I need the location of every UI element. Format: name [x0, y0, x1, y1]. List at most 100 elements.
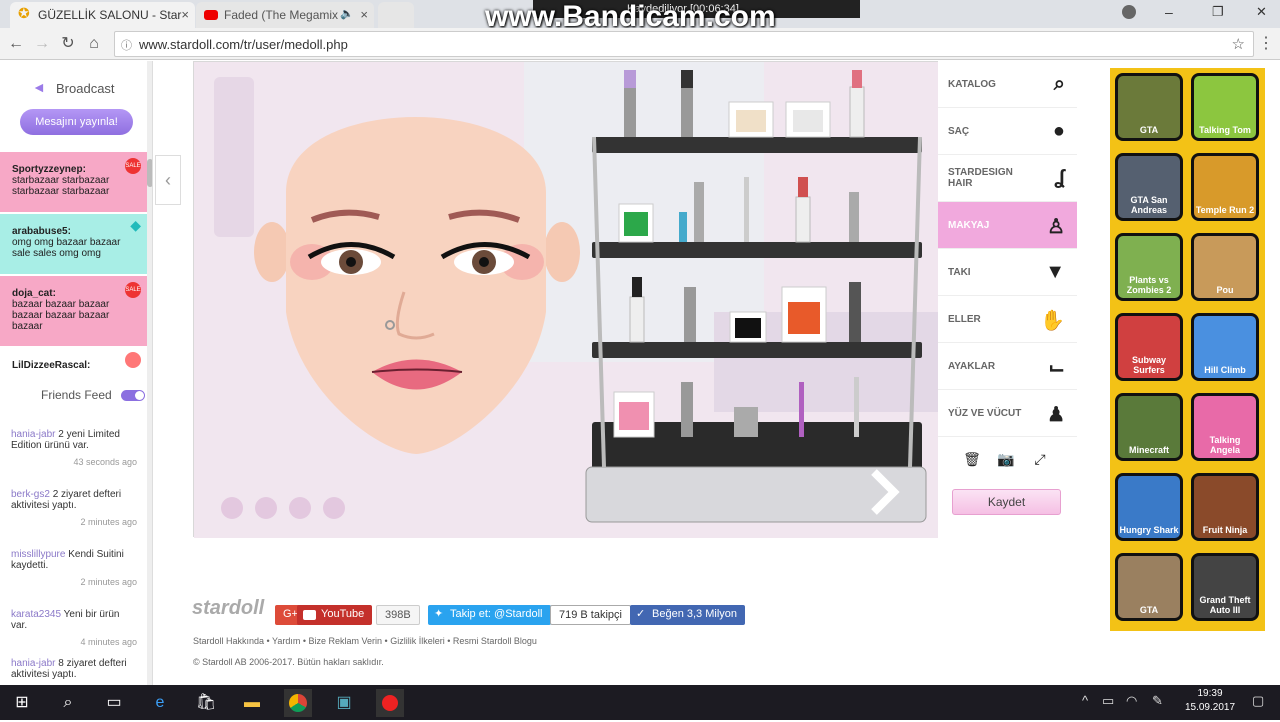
profile-icon[interactable] [1122, 5, 1136, 19]
task-view-icon[interactable]: ▭ [100, 689, 128, 717]
game-tile[interactable]: Pou [1191, 233, 1259, 301]
feed-user[interactable]: berk-gs2 [11, 489, 50, 500]
menu-item-yuz-ve-vucut[interactable]: YÜZ VE VÜCUT ♟ [938, 390, 1077, 437]
url-input[interactable]: ⓘ www.stardoll.com/tr/user/medoll.php ☆ [114, 31, 1254, 57]
game-tile[interactable]: GTA [1115, 73, 1183, 141]
game-tile[interactable]: GTA San Andreas [1115, 153, 1183, 221]
twitter-follow-button[interactable]: ✦ Takip et: @Stardoll [428, 605, 551, 625]
menu-icon[interactable]: ⋮ [1256, 34, 1276, 54]
feed-item: misslillypure Kendi Suitini kaydetti. 2 … [0, 549, 148, 588]
camera-icon[interactable]: 📷 [994, 448, 1018, 470]
game-tile[interactable]: Hungry Shark [1115, 473, 1183, 541]
game-tile[interactable]: Minecraft [1115, 393, 1183, 461]
game-tile[interactable]: Temple Run 2 [1191, 153, 1259, 221]
post-text: bazaar bazaar bazaar bazaar bazaar bazaa… [12, 299, 110, 332]
save-button[interactable]: Kaydet [952, 489, 1061, 515]
home-icon[interactable]: ⌂ [84, 34, 104, 54]
feed-user[interactable]: misslillypure [11, 549, 65, 560]
pen-icon[interactable]: ✎ [1152, 693, 1163, 709]
minimize-button[interactable]: – [1165, 4, 1173, 20]
footer-links[interactable]: Stardoll Hakkında • Yardım • Bize Reklam… [193, 636, 537, 646]
feed-time: 43 seconds ago [73, 457, 137, 467]
tab-label: Faded (The Megamix [224, 8, 339, 22]
feed-item: hania-jabr 2 yeni Limited Edition ürünü … [0, 429, 148, 468]
speaker-icon: 🔈 [340, 8, 354, 20]
wifi-icon[interactable]: ◠ [1126, 693, 1137, 709]
menu-item-makyaj[interactable]: MAKYAJ ♙ [938, 202, 1077, 249]
bookmark-star-icon[interactable]: ☆ [1232, 35, 1245, 53]
broadcast-post[interactable]: arababuse5: omg omg bazaar bazaar sale s… [0, 214, 147, 274]
menu-item-katalog[interactable]: KATALOG ⌕ [938, 61, 1077, 108]
stardoll-logo[interactable]: stardoll [192, 597, 264, 620]
post-user[interactable]: arababuse5: [12, 226, 135, 237]
tab-stardoll[interactable]: ✪ GÜZELLİK SALONU - Star × [10, 2, 195, 28]
file-explorer-icon[interactable]: ▬ [238, 689, 266, 717]
reload-icon[interactable]: ↻ [58, 34, 78, 54]
tool-circle-icon[interactable] [221, 497, 243, 519]
tool-circle-icon[interactable] [255, 497, 277, 519]
edge-icon[interactable]: e [146, 689, 174, 717]
avatar [125, 352, 141, 368]
game-tile[interactable]: Subway Surfers [1115, 313, 1183, 381]
tab-youtube[interactable]: Faded (The Megamix 🔈 × [196, 2, 374, 28]
fullscreen-icon[interactable]: ⤢ [1028, 448, 1052, 470]
tool-circle-icon[interactable] [289, 497, 311, 519]
trash-icon[interactable]: 🗑 [960, 448, 984, 470]
game-tile[interactable]: Hill Climb [1191, 313, 1259, 381]
menu-item-taki[interactable]: TAKI ▼ [938, 249, 1077, 296]
battery-icon[interactable]: ▭ [1102, 693, 1114, 709]
post-user[interactable]: Sportyzzeynep: [12, 164, 135, 175]
feed-user[interactable]: hania-jabr [11, 658, 55, 669]
zoom-slider[interactable] [214, 77, 254, 237]
menu-item-label: STARDESIGN HAIR [948, 167, 1013, 189]
clock[interactable]: 19:39 15.09.2017 [1180, 687, 1240, 715]
publish-message-button[interactable]: Mesajını yayınla! [20, 109, 133, 135]
sale-badge-icon: SALE [125, 158, 141, 174]
scrollbar[interactable] [147, 61, 152, 685]
youtube-label: YouTube [321, 608, 365, 620]
notifications-icon[interactable]: ▢ [1252, 693, 1264, 709]
tab-close-icon[interactable]: × [360, 7, 368, 22]
facebook-like-button[interactable]: ✓ Beğen 3,3 Milyon [630, 605, 745, 625]
feed-user[interactable]: hania-jabr [11, 429, 55, 440]
menu-item-eller[interactable]: ELLER ✋ [938, 296, 1077, 343]
windows-start-icon[interactable]: ⊞ [8, 689, 36, 717]
broadcast-label: Broadcast [56, 81, 115, 96]
menu-item-stardesign-hair[interactable]: STARDESIGN HAIR ʆ [938, 155, 1077, 202]
magnifier-icon: ⌕ [1053, 73, 1065, 95]
post-user[interactable]: LilDizzeeRascal: [12, 360, 135, 371]
app-icon[interactable]: ▣ [330, 689, 358, 717]
menu-item-ayaklar[interactable]: AYAKLAR ⌙ [938, 343, 1077, 390]
new-tab-button[interactable] [378, 2, 414, 28]
forward-icon[interactable]: → [32, 34, 52, 54]
game-tile[interactable]: Talking Tom [1191, 73, 1259, 141]
search-icon[interactable]: ⌕ [54, 689, 82, 717]
game-tile[interactable]: Plants vs Zombies 2 [1115, 233, 1183, 301]
bandicam-icon[interactable] [376, 689, 404, 717]
show-hidden-icons[interactable]: ^ [1082, 693, 1088, 708]
chrome-icon[interactable] [284, 689, 312, 717]
feed-item: berk-gs2 2 ziyaret defteri aktivitesi ya… [0, 489, 148, 528]
menu-item-sac[interactable]: SAÇ ● [938, 108, 1077, 155]
broadcast-post[interactable]: Sportyzzeynep: starbazaar starbazaar sta… [0, 152, 147, 212]
game-tile[interactable]: Fruit Ninja [1191, 473, 1259, 541]
broadcast-post[interactable]: doja_cat: bazaar bazaar bazaar bazaar ba… [0, 276, 147, 346]
friends-feed-toggle[interactable] [121, 390, 145, 401]
maximize-button[interactable]: ❐ [1212, 4, 1224, 20]
menu-item-label: MAKYAJ [948, 219, 990, 231]
facebook-label: Beğen 3,3 Milyon [652, 608, 737, 620]
back-icon[interactable]: ← [6, 34, 26, 54]
feed-user[interactable]: karata2345 [11, 609, 61, 620]
twitter-icon: ✦ [434, 608, 444, 620]
game-tile[interactable]: GTA [1115, 553, 1183, 621]
collapse-panel-button[interactable]: ‹ [155, 155, 181, 205]
close-window-button[interactable]: ✕ [1256, 4, 1267, 20]
game-tile[interactable]: Talking Angela [1191, 393, 1259, 461]
tool-circle-icon[interactable] [323, 497, 345, 519]
post-user[interactable]: doja_cat: [12, 288, 135, 299]
tab-close-icon[interactable]: × [181, 7, 189, 22]
broadcast-post[interactable]: LilDizzeeRascal: [0, 348, 147, 374]
game-tile[interactable]: Grand Theft Auto III [1191, 553, 1259, 621]
youtube-button[interactable]: YouTube [297, 605, 373, 625]
store-icon[interactable]: 🛍 [192, 689, 220, 717]
